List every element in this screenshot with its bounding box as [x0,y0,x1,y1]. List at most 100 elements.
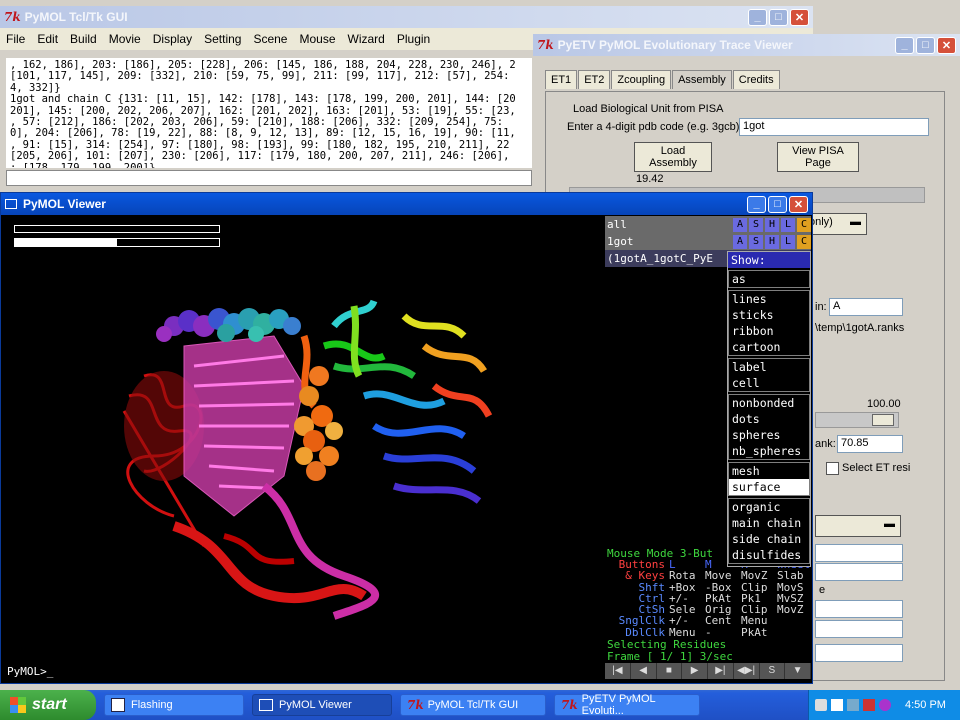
object-c-button[interactable]: C [797,217,811,232]
transport-button[interactable]: ▼ [785,663,811,679]
command-prompt[interactable]: PyMOL>_ [7,665,53,678]
show-main-chain[interactable]: main chain [729,515,809,531]
minimize-icon[interactable]: _ [747,195,766,213]
show-cartoon[interactable]: cartoon [729,339,809,355]
minimize-icon[interactable]: _ [748,8,767,26]
pdb-code-input[interactable]: 1got [739,118,929,136]
tk-output-text[interactable]: , 162, 186], 203: [186], 205: [228], 206… [6,58,532,168]
object-l-button[interactable]: L [781,217,795,232]
show-label[interactable]: label [729,359,809,375]
menu-mouse[interactable]: Mouse [293,32,341,46]
object-s-button[interactable]: S [749,234,763,249]
object-c-button[interactable]: C [797,234,811,249]
close-icon[interactable]: ✕ [790,8,809,26]
chain-label: in: [815,301,827,313]
task-pyetv[interactable]: 7k PyETV PyMOL Evoluti... [554,693,700,717]
maximize-icon[interactable]: □ [768,195,787,213]
menu-display[interactable]: Display [147,32,198,46]
object-a-button[interactable]: A [733,234,747,249]
tray-icon[interactable] [879,699,891,711]
slider-handle[interactable] [872,414,894,426]
protein-render [122,299,493,620]
field-c[interactable] [815,600,903,618]
select-et-checkbox[interactable] [826,462,839,475]
show-surface[interactable]: surface [729,479,809,495]
menu-scene[interactable]: Scene [247,32,293,46]
chain-input[interactable]: A [829,298,903,316]
object-h-button[interactable]: H [765,217,779,232]
transport-button[interactable]: ▶| [708,663,734,679]
window-icon [5,199,17,209]
tab-et1[interactable]: ET1 [545,70,578,89]
menu-build[interactable]: Build [64,32,103,46]
menu-file[interactable]: File [0,32,31,46]
viewer-titlebar[interactable]: PyMOL Viewer _ □ ✕ [1,193,812,215]
show-spheres[interactable]: spheres [729,427,809,443]
molecule-viewport[interactable]: PyMOL>_ [4,216,604,682]
tray-icon[interactable] [831,699,843,711]
object-row[interactable]: all A S H L C [605,216,811,233]
transport-button[interactable]: ◀ [631,663,657,679]
tab-zcoupling[interactable]: Zcoupling [611,70,672,89]
object-h-button[interactable]: H [765,234,779,249]
mouse-row-cell: Rota [669,569,696,583]
object-s-button[interactable]: S [749,217,763,232]
mouse-table-row: & Keys Rota Move MovZ Slab [607,569,813,583]
tk-logo-icon: 7k [561,698,578,712]
show-dots[interactable]: dots [729,411,809,427]
pymol-viewer-window: PyMOL Viewer _ □ ✕ PyMOL>_ all A S H L C… [0,192,813,684]
show-lines[interactable]: lines [729,291,809,307]
rank-slider[interactable] [815,412,899,428]
show-ribbon[interactable]: ribbon [729,323,809,339]
load-assembly-button[interactable]: Load Assembly [634,142,712,172]
menu-setting[interactable]: Setting [198,32,247,46]
menu-edit[interactable]: Edit [31,32,64,46]
show-nb_spheres[interactable]: nb_spheres [729,443,809,459]
field-a[interactable] [815,544,903,562]
menu-wizard[interactable]: Wizard [342,32,391,46]
field-e[interactable] [815,644,903,662]
tk-gui-titlebar[interactable]: 7k PyMOL Tcl/Tk GUI _ □ ✕ [0,6,813,28]
view-pisa-button[interactable]: View PISA Page [777,142,859,172]
start-button[interactable]: start [0,690,96,720]
minimize-icon[interactable]: _ [895,36,914,54]
show-as[interactable]: as [729,271,809,287]
show-disulfides[interactable]: disulfides [729,547,809,563]
object-a-button[interactable]: A [733,217,747,232]
field-d[interactable] [815,620,903,638]
rank-input[interactable]: 70.85 [837,435,903,453]
task-flashing[interactable]: Flashing [104,694,244,716]
tray-icon[interactable] [847,699,859,711]
tab-credits[interactable]: Credits [732,70,780,89]
field-b[interactable] [815,563,903,581]
transport-button[interactable]: ■ [657,663,683,679]
transport-button[interactable]: ◀▶| [734,663,760,679]
object-l-button[interactable]: L [781,234,795,249]
clock[interactable]: 4:50 PM [905,699,946,711]
tab-et2[interactable]: ET2 [578,70,611,89]
object-row[interactable]: 1got A S H L C [605,233,811,250]
maximize-icon[interactable]: □ [769,8,788,26]
task-pymol-viewer[interactable]: PyMOL Viewer [252,694,392,716]
tk-command-line[interactable] [6,170,532,186]
menu-movie[interactable]: Movie [103,32,147,46]
show-sticks[interactable]: sticks [729,307,809,323]
close-icon[interactable]: ✕ [789,195,808,213]
task-tk-gui[interactable]: 7k PyMOL Tcl/Tk GUI [400,694,546,716]
menu-plugin[interactable]: Plugin [391,32,436,46]
tab-assembly[interactable]: Assembly [672,70,732,89]
tray-icon[interactable] [863,699,875,711]
show-mesh[interactable]: mesh [729,463,809,479]
maximize-icon[interactable]: □ [916,36,935,54]
show-organic[interactable]: organic [729,499,809,515]
show-side-chain[interactable]: side chain [729,531,809,547]
transport-button[interactable]: ▶ [682,663,708,679]
close-icon[interactable]: ✕ [937,36,956,54]
transport-button[interactable]: |◀ [605,663,631,679]
show-nonbonded[interactable]: nonbonded [729,395,809,411]
tray-icon[interactable] [815,699,827,711]
small-dropdown[interactable]: ▬ [815,515,901,537]
transport-button[interactable]: S [760,663,786,679]
show-cell[interactable]: cell [729,375,809,391]
pyetv-titlebar[interactable]: 7k PyETV PyMOL Evolutionary Trace Viewer… [533,34,960,56]
